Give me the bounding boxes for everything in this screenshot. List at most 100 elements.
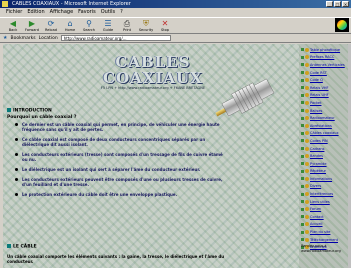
address-bar: ★ Bookmarks Location http://www.radioama… — [0, 34, 351, 43]
sidebar-item[interactable]: Divers — [301, 183, 351, 191]
sidebar-item[interactable]: Table phonétique — [301, 46, 351, 54]
close-icon[interactable]: × — [342, 1, 349, 7]
menu-view[interactable]: Affichage — [50, 8, 74, 17]
guide-button[interactable]: ☰ Guide — [99, 18, 117, 34]
bookmarks-label[interactable]: Bookmarks — [10, 36, 35, 41]
sidebar-item-label: Divers — [310, 184, 322, 189]
list-item: Ce dernier est un câble coaxial qui perm… — [15, 122, 225, 132]
bullet-icon — [301, 162, 304, 166]
list-item: Les conducteurs extérieurs (tresse) sont… — [15, 152, 225, 162]
url-field[interactable]: http://www.radioamateur.org/... — [60, 35, 171, 41]
sidebar-item[interactable]: Téléchargement — [301, 236, 351, 244]
window-title: CABLES COAXIAUX - Microsoft Internet Exp… — [12, 1, 131, 7]
menu-tools[interactable]: Outils — [101, 8, 115, 17]
bullet-icon — [301, 147, 304, 151]
title-bar: CABLES COAXIAUX - Microsoft Internet Exp… — [0, 0, 351, 8]
sidebar-item[interactable]: Contact — [301, 213, 351, 221]
back-button[interactable]: ◀ Back — [4, 18, 22, 34]
sidebar-item-label: Radioamateur — [310, 116, 335, 121]
bullet-icon — [301, 55, 304, 59]
bullet-icon — [301, 116, 304, 120]
intro-question: Pourquoi un câble coaxial ? — [7, 115, 77, 120]
sidebar-item-label: Accueil — [310, 222, 323, 227]
sidebar-item-label: Répéteur — [310, 169, 326, 174]
print-button[interactable]: ⎙ Print — [118, 18, 136, 34]
sidebar-item[interactable]: Informations — [301, 175, 351, 183]
browser-window: CABLES COAXIAUX - Microsoft Internet Exp… — [0, 0, 351, 268]
menu-bar: Fichier Edition Affichage Favoris Outils… — [0, 8, 351, 17]
sidebar-item-label: Antennes Verticales — [310, 62, 345, 67]
ball-icon — [305, 184, 309, 189]
menu-help[interactable]: ? — [120, 8, 123, 17]
maximize-icon[interactable]: □ — [334, 1, 341, 7]
stop-button[interactable]: ✕ Stop — [156, 18, 174, 34]
sidebar-item[interactable]: Cadrans — [301, 145, 351, 153]
sidebar-item[interactable]: Répéteur — [301, 168, 351, 176]
sidebar-item[interactable]: Accueil — [301, 221, 351, 229]
sidebar-item[interactable]: Plan du site — [301, 228, 351, 236]
sidebar-item[interactable]: Radioamateur — [301, 114, 351, 122]
bullet-icon — [301, 93, 304, 97]
sidebar-item[interactable]: Prefixes RACC — [301, 54, 351, 62]
forward-icon: ▶ — [28, 19, 36, 28]
bullet-icon — [301, 200, 304, 204]
sidebar-item[interactable]: Codes PIN — [301, 137, 351, 145]
sidebar-item[interactable]: Interférences — [301, 190, 351, 198]
page-content: CABLES COAXIAUX F5 LPN + http://www.radi… — [3, 44, 299, 268]
menu-edit[interactable]: Edition — [27, 8, 44, 17]
sidebar-item[interactable]: Balises — [301, 107, 351, 115]
bullet-icon — [301, 154, 304, 158]
sidebar-item[interactable]: Bandes — [301, 152, 351, 160]
sidebar-nav: Table phonétique Prefixes RACC Antennes Ve… — [299, 44, 351, 268]
section-heading-cable: LE CÂBLE — [7, 244, 37, 250]
ball-icon — [305, 47, 309, 52]
sidebar-item[interactable]: Relais VHF — [301, 84, 351, 92]
menu-file[interactable]: Fichier — [6, 8, 22, 17]
search-icon: ⚲ — [86, 19, 92, 28]
sidebar-item[interactable]: Relais UHF — [301, 92, 351, 100]
sidebar-item[interactable]: Abréviations — [301, 122, 351, 130]
list-item: Ce câble coaxial est composé de deux con… — [15, 137, 225, 147]
sidebar-item-label: Table phonétique — [310, 47, 341, 52]
toolbar: ◀ Back ▶ Forward ⟳ Reload ⌂ Home ⚲ Search ☰ Gu… — [0, 17, 351, 34]
sidebar-item-label: Codes PIN — [310, 138, 328, 143]
sidebar-item[interactable]: Antennes Verticales — [301, 61, 351, 69]
sidebar-item-label: Plan du site — [310, 230, 331, 235]
bullet-icon — [301, 184, 304, 188]
ball-icon — [305, 199, 309, 204]
ball-icon — [305, 123, 309, 128]
minimize-icon[interactable]: _ — [326, 1, 333, 7]
sidebar-item[interactable]: Câbles coaxiaux — [301, 130, 351, 138]
bullet-icon — [301, 109, 304, 113]
guide-icon: ☰ — [104, 19, 112, 28]
back-icon: ◀ — [9, 19, 17, 28]
security-button[interactable]: ⛨ Security — [137, 18, 155, 34]
bullet-icon — [301, 215, 304, 219]
sidebar-item[interactable]: Forum — [301, 205, 351, 213]
ball-icon — [305, 230, 309, 235]
ball-icon — [305, 176, 309, 181]
sidebar-item[interactable]: Liens utiles — [301, 198, 351, 206]
home-button[interactable]: ⌂ Home — [61, 18, 79, 34]
sidebar-item[interactable]: Code RST — [301, 69, 351, 77]
ball-icon — [305, 146, 309, 151]
sidebar-item[interactable]: Pyramide — [301, 160, 351, 168]
menu-favorites[interactable]: Favoris — [78, 8, 96, 17]
reload-icon: ⟳ — [47, 19, 55, 28]
sidebar-item-label: Code RST — [310, 70, 327, 75]
security-icon: ⛨ — [143, 19, 149, 28]
bullet-icon — [301, 230, 304, 234]
bullet-icon — [301, 177, 304, 181]
reload-button[interactable]: ⟳ Reload — [42, 18, 60, 34]
sidebar-item-label: Liens utiles — [310, 199, 330, 204]
bookmarks-icon[interactable]: ★ — [3, 35, 7, 41]
search-button[interactable]: ⚲ Search — [80, 18, 98, 34]
bullet-icon — [301, 222, 304, 226]
forward-button[interactable]: ▶ Forward — [23, 18, 41, 34]
sidebar-item[interactable]: Code Q — [301, 76, 351, 84]
bullet-list: Ce dernier est un câble coaxial qui perm… — [15, 122, 225, 202]
sidebar-item[interactable]: Packet — [301, 99, 351, 107]
ball-icon — [305, 161, 309, 166]
ball-icon — [305, 116, 309, 121]
ball-icon — [305, 214, 309, 219]
